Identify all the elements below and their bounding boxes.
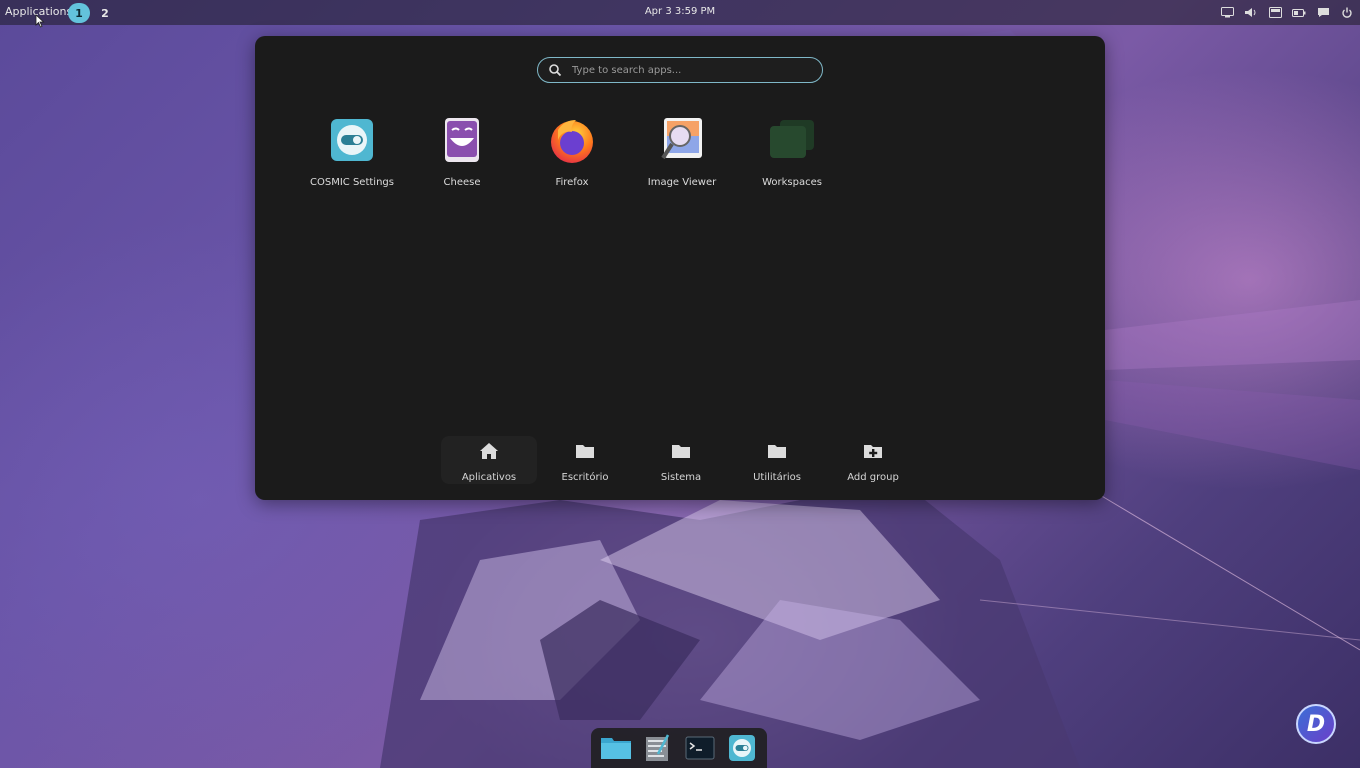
app-firefox[interactable]: Firefox — [522, 116, 622, 188]
power-icon[interactable] — [1338, 4, 1356, 21]
top-panel: Applications 1 2 Apr 3 3:59 PM — [0, 0, 1360, 25]
app-launcher: COSMIC Settings Cheese Firefox — [255, 36, 1105, 500]
app-label: Image Viewer — [647, 177, 717, 188]
search-input[interactable] — [570, 63, 822, 77]
group-label: Escritório — [561, 472, 609, 483]
app-label: Firefox — [555, 177, 589, 188]
group-escritorio[interactable]: Escritório — [537, 436, 633, 484]
image-viewer-icon — [661, 118, 702, 160]
firefox-icon — [551, 120, 593, 163]
group-sistema[interactable]: Sistema — [633, 436, 729, 484]
volume-icon[interactable] — [1242, 4, 1260, 21]
app-workspaces[interactable]: Workspaces — [742, 116, 842, 188]
battery-icon[interactable] — [1290, 4, 1308, 21]
search-box[interactable] — [537, 57, 823, 83]
app-cosmic-settings[interactable]: COSMIC Settings — [302, 116, 402, 188]
folder-icon — [768, 445, 786, 458]
group-label: Add group — [847, 472, 899, 483]
dock-cosmic-settings[interactable] — [726, 733, 758, 763]
app-label: Cheese — [443, 177, 481, 188]
app-label: COSMIC Settings — [310, 177, 394, 188]
cosmic-settings-icon — [331, 119, 373, 161]
add-group-button[interactable]: Add group — [825, 436, 921, 484]
folder-icon — [576, 445, 594, 458]
search-icon — [549, 64, 562, 77]
terminal-icon — [685, 736, 715, 760]
watermark-logo: D — [1296, 704, 1336, 744]
workspaces-icon — [770, 120, 814, 158]
system-tray — [1218, 4, 1356, 21]
group-label: Sistema — [660, 472, 702, 483]
text-editor-icon — [646, 734, 670, 761]
folder-icon — [672, 445, 690, 458]
group-utilitarios[interactable]: Utilitários — [729, 436, 825, 484]
clock[interactable]: Apr 3 3:59 PM — [0, 6, 1360, 17]
dock-files[interactable] — [600, 733, 632, 763]
group-bar: Aplicativos Escritório Sistema Utilitári… — [441, 436, 921, 484]
dock-text-editor[interactable] — [642, 733, 674, 763]
group-label: Utilitários — [753, 472, 801, 483]
dock — [591, 728, 767, 768]
add-folder-icon — [864, 445, 882, 458]
group-aplicativos[interactable]: Aplicativos — [441, 436, 537, 484]
files-icon — [601, 738, 631, 759]
display-icon[interactable] — [1218, 4, 1236, 21]
app-label: Workspaces — [762, 177, 822, 188]
screen-icon[interactable] — [1266, 4, 1284, 21]
app-image-viewer[interactable]: Image Viewer — [632, 116, 732, 188]
cosmic-settings-icon — [729, 735, 755, 761]
home-icon — [480, 443, 498, 459]
mouse-cursor-icon — [35, 14, 45, 28]
cheese-icon — [445, 118, 479, 162]
notifications-icon[interactable] — [1314, 4, 1332, 21]
dock-terminal[interactable] — [684, 733, 716, 763]
app-cheese[interactable]: Cheese — [412, 116, 512, 188]
group-label: Aplicativos — [461, 472, 517, 483]
